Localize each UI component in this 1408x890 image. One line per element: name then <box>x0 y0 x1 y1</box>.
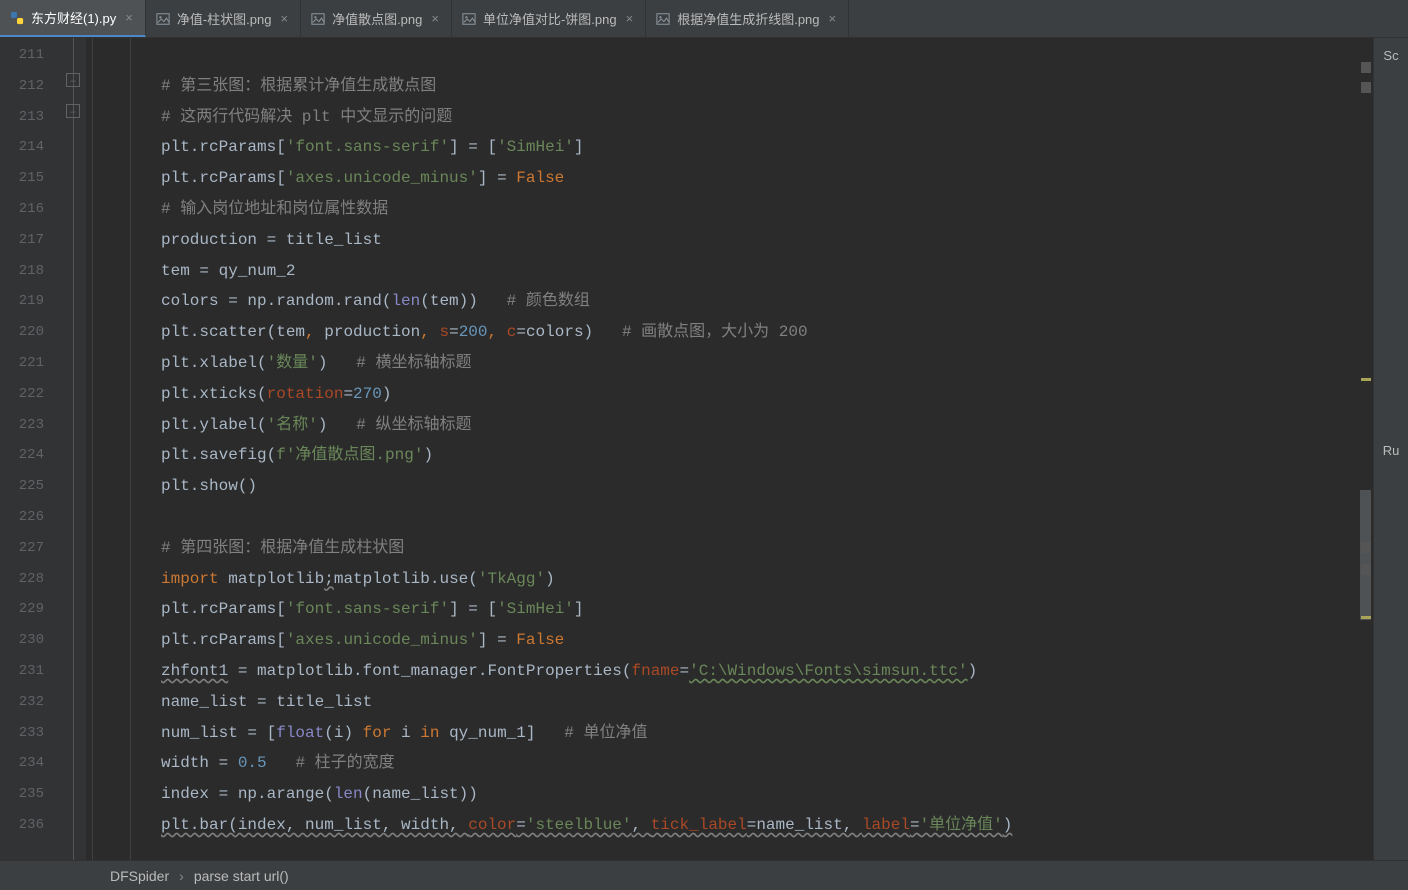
code-line[interactable]: plt.xticks(rotation=270) <box>161 379 1373 410</box>
code-line[interactable]: plt.rcParams['axes.unicode_minus'] = Fal… <box>161 163 1373 194</box>
line-number: 218 <box>0 256 44 287</box>
line-number: 217 <box>0 225 44 256</box>
line-number: 226 <box>0 502 44 533</box>
code-line[interactable]: plt.xlabel('数量') # 横坐标轴标题 <box>161 348 1373 379</box>
code-line[interactable]: width = 0.5 # 柱子的宽度 <box>161 748 1373 779</box>
line-number: 213 <box>0 102 44 133</box>
error-stripe-mark[interactable] <box>1361 616 1371 619</box>
line-number: 222 <box>0 379 44 410</box>
editor-tab[interactable]: 净值-柱状图.png × <box>146 0 301 37</box>
line-number: 232 <box>0 687 44 718</box>
image-file-icon <box>156 12 170 26</box>
breadcrumb-item[interactable]: DFSpider <box>110 868 169 884</box>
image-file-icon <box>462 12 476 26</box>
line-number: 212 <box>0 71 44 102</box>
code-line[interactable]: index = np.arange(len(name_list)) <box>161 779 1373 810</box>
line-number: 228 <box>0 564 44 595</box>
error-stripe-mark[interactable] <box>1361 62 1371 73</box>
code-line[interactable]: # 输入岗位地址和岗位属性数据 <box>161 194 1373 225</box>
fold-gutter[interactable]: – – <box>62 38 86 860</box>
breadcrumb-item[interactable]: parse start url() <box>194 868 289 884</box>
tab-label: 根据净值生成折线图.png <box>677 9 819 28</box>
error-stripe-mark[interactable] <box>1361 542 1371 553</box>
line-number: 231 <box>0 656 44 687</box>
line-number: 211 <box>0 40 44 71</box>
error-stripe-mark[interactable] <box>1361 564 1371 575</box>
line-number: 215 <box>0 163 44 194</box>
code-line[interactable]: plt.rcParams['font.sans-serif'] = ['SimH… <box>161 594 1373 625</box>
code-line[interactable]: name_list = title_list <box>161 687 1373 718</box>
line-number: 227 <box>0 533 44 564</box>
code-line[interactable]: # 这两行代码解决 plt 中文显示的问题 <box>161 102 1373 133</box>
line-number: 214 <box>0 132 44 163</box>
tab-label: 东方财经(1).py <box>31 8 116 27</box>
code-line[interactable]: tem = qy_num_2 <box>161 256 1373 287</box>
editor-tab[interactable]: 单位净值对比-饼图.png × <box>452 0 646 37</box>
indent-guides <box>86 38 161 860</box>
code-line[interactable]: num_list = [float(i) for i in qy_num_1] … <box>161 718 1373 749</box>
code-line[interactable]: plt.savefig(f'净值散点图.png') <box>161 440 1373 471</box>
code-line[interactable]: plt.rcParams['font.sans-serif'] = ['SimH… <box>161 132 1373 163</box>
line-number: 223 <box>0 410 44 441</box>
line-number: 220 <box>0 317 44 348</box>
line-number: 219 <box>0 286 44 317</box>
error-stripe[interactable] <box>1360 40 1372 860</box>
sidebar-tool-2[interactable]: Ru <box>1383 443 1400 458</box>
close-tab-icon[interactable]: × <box>278 11 290 26</box>
code-line[interactable] <box>161 40 1373 71</box>
close-tab-icon[interactable]: × <box>123 10 135 25</box>
line-number: 229 <box>0 594 44 625</box>
python-file-icon <box>10 11 24 25</box>
code-line[interactable]: import matplotlib;matplotlib.use('TkAgg'… <box>161 564 1373 595</box>
editor-tab[interactable]: 东方财经(1).py × <box>0 0 146 37</box>
breadcrumb-separator-icon: › <box>179 868 184 884</box>
line-number: 236 <box>0 810 44 841</box>
tab-label: 净值-柱状图.png <box>177 9 272 28</box>
tab-label: 净值散点图.png <box>332 9 422 28</box>
code-line[interactable]: plt.bar(index, num_list, width, color='s… <box>161 810 1373 841</box>
editor-tab[interactable]: 根据净值生成折线图.png × <box>646 0 849 37</box>
line-number-gutter: 2112122132142152162172182192202212222232… <box>0 38 62 860</box>
line-number: 216 <box>0 194 44 225</box>
close-tab-icon[interactable]: × <box>827 11 839 26</box>
tab-label: 单位净值对比-饼图.png <box>483 9 617 28</box>
error-stripe-mark[interactable] <box>1361 378 1371 381</box>
editor[interactable]: 2112122132142152162172182192202212222232… <box>0 38 1373 860</box>
code-content[interactable]: # 第三张图：根据累计净值生成散点图# 这两行代码解决 plt 中文显示的问题p… <box>161 38 1373 860</box>
line-number: 221 <box>0 348 44 379</box>
code-line[interactable]: # 第三张图：根据累计净值生成散点图 <box>161 71 1373 102</box>
line-number: 233 <box>0 718 44 749</box>
code-line[interactable]: zhfont1 = matplotlib.font_manager.FontPr… <box>161 656 1373 687</box>
code-line[interactable] <box>161 502 1373 533</box>
code-line[interactable]: plt.ylabel('名称') # 纵坐标轴标题 <box>161 410 1373 441</box>
code-line[interactable]: # 第四张图：根据净值生成柱状图 <box>161 533 1373 564</box>
close-tab-icon[interactable]: × <box>624 11 636 26</box>
code-line[interactable]: plt.show() <box>161 471 1373 502</box>
tabs-bar: 东方财经(1).py×净值-柱状图.png×净值散点图.png×单位净值对比-饼… <box>0 0 1408 38</box>
image-file-icon <box>656 12 670 26</box>
editor-tab[interactable]: 净值散点图.png × <box>301 0 452 37</box>
code-line[interactable]: colors = np.random.rand(len(tem)) # 颜色数组 <box>161 286 1373 317</box>
line-number: 230 <box>0 625 44 656</box>
line-number: 225 <box>0 471 44 502</box>
right-tool-sidebar[interactable]: Sc Ru <box>1373 38 1408 860</box>
sidebar-tool-1[interactable]: Sc <box>1383 48 1398 63</box>
code-line[interactable]: plt.scatter(tem, production, s=200, c=co… <box>161 317 1373 348</box>
fold-collapse-icon[interactable]: – <box>66 104 80 118</box>
breadcrumb[interactable]: DFSpider › parse start url() <box>0 860 1408 890</box>
line-number: 224 <box>0 440 44 471</box>
code-line[interactable]: production = title_list <box>161 225 1373 256</box>
image-file-icon <box>311 12 325 26</box>
close-tab-icon[interactable]: × <box>429 11 441 26</box>
fold-collapse-icon[interactable]: – <box>66 73 80 87</box>
code-line[interactable]: plt.rcParams['axes.unicode_minus'] = Fal… <box>161 625 1373 656</box>
error-stripe-mark[interactable] <box>1361 82 1371 93</box>
line-number: 234 <box>0 748 44 779</box>
line-number: 235 <box>0 779 44 810</box>
